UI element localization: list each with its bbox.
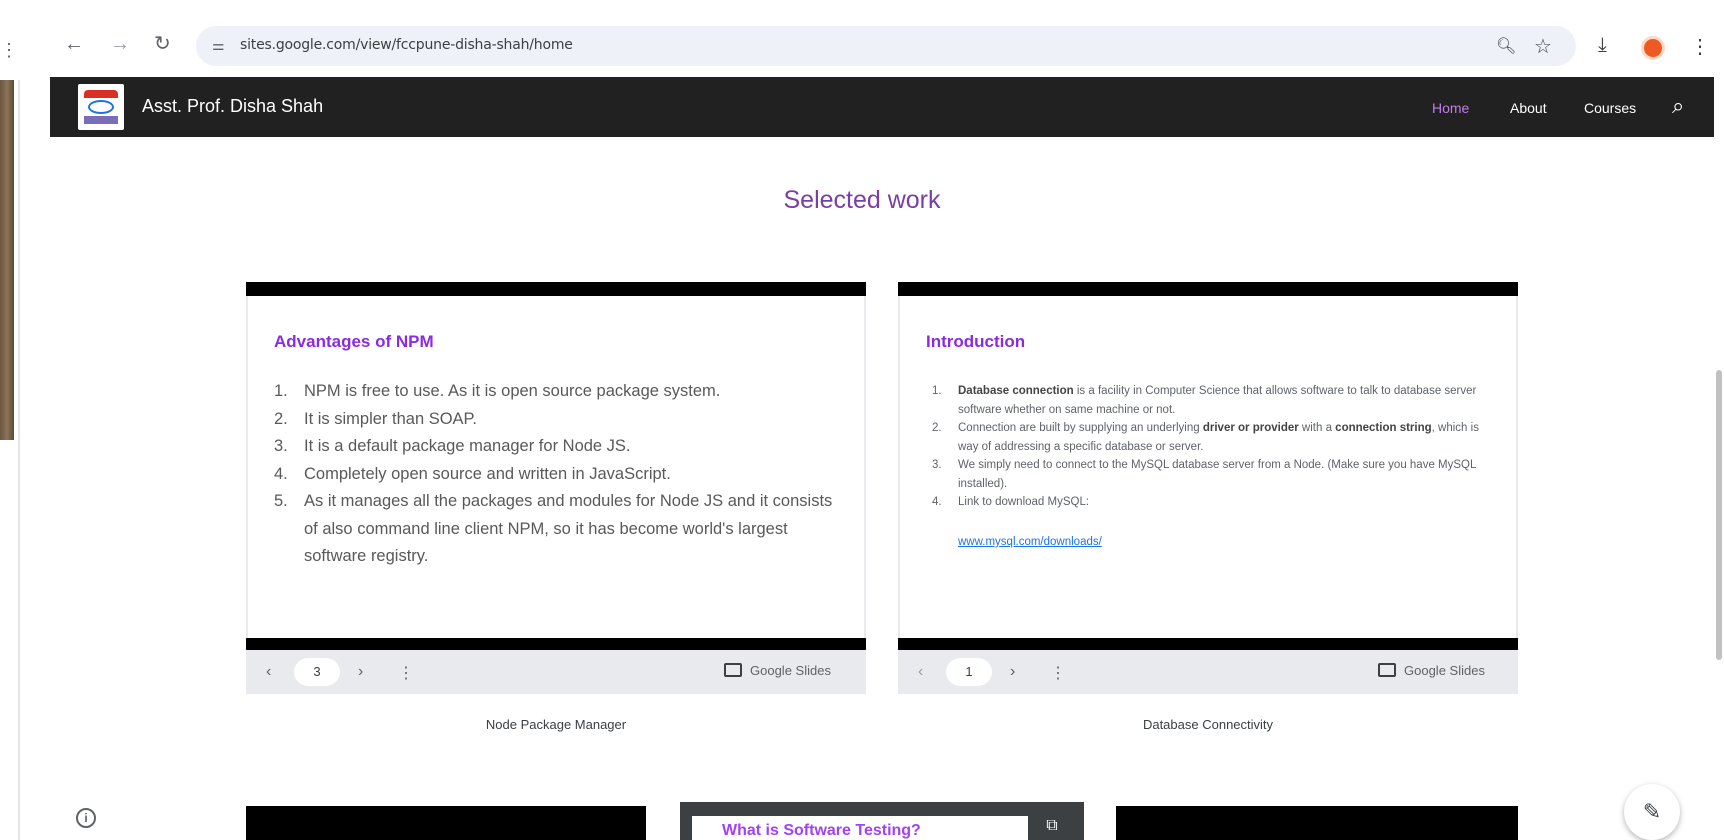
slide-controls: ‹ 3 › ⋮ Google Slides bbox=[246, 650, 866, 694]
info-icon[interactable]: i bbox=[76, 808, 96, 828]
site-title[interactable]: Asst. Prof. Disha Shah bbox=[142, 96, 323, 117]
slides-embed-database[interactable]: Introduction 1. Database connection is a … bbox=[898, 282, 1518, 694]
search-icon[interactable]: ⌕ bbox=[1672, 93, 1684, 119]
more-options-icon[interactable]: ⋮ bbox=[1050, 663, 1066, 683]
slide-caption: Node Package Manager bbox=[485, 717, 627, 732]
next-slide-icon[interactable]: › bbox=[1010, 663, 1015, 681]
mysql-download-link[interactable]: www.mysql.com/downloads/ bbox=[958, 536, 1102, 548]
slide-heading: Advantages of NPM bbox=[274, 332, 434, 351]
list-item: 2. It is simpler than SOAP. bbox=[274, 409, 478, 428]
site-logo[interactable] bbox=[78, 84, 124, 130]
embed-preview-middle[interactable]: What is Software Testing? ⧉ bbox=[680, 802, 1084, 840]
back-icon[interactable]: ← bbox=[64, 34, 84, 54]
edit-fab[interactable]: ✎ bbox=[1624, 784, 1680, 840]
pencil-icon: ✎ bbox=[1642, 799, 1662, 824]
side-panel-image bbox=[0, 80, 14, 440]
slide-controls: ‹ 1 › ⋮ Google Slides bbox=[898, 650, 1518, 694]
more-icon[interactable]: ⋮ bbox=[0, 40, 18, 61]
browser-toolbar: ⋮ ← → ↻ ⚌ sites.google.com/view/fccpune-… bbox=[0, 0, 1724, 68]
nav-courses[interactable]: Courses bbox=[1584, 100, 1636, 116]
section-heading: Selected work bbox=[783, 186, 941, 214]
list-item: 5. As it manages all the packages and mod… bbox=[274, 492, 833, 565]
bookmark-star-icon[interactable]: ☆ bbox=[1534, 34, 1552, 59]
slides-embed-npm[interactable]: Advantages of NPM 1. NPM is free to use. … bbox=[246, 282, 866, 694]
embed-preview-right[interactable] bbox=[1116, 806, 1518, 840]
slide-caption: Database Connectivity bbox=[1142, 717, 1274, 732]
slide-letterbox-bottom bbox=[898, 638, 1518, 650]
open-external-icon[interactable]: ⧉ bbox=[1034, 816, 1070, 840]
list-item: 4. Link to download MySQL: bbox=[932, 496, 1090, 508]
google-slides-link[interactable]: Google Slides bbox=[1378, 663, 1485, 678]
preview-title: What is Software Testing? bbox=[722, 822, 921, 839]
nav-about[interactable]: About bbox=[1510, 100, 1547, 116]
slide-content: Advantages of NPM 1. NPM is free to use. … bbox=[248, 296, 864, 638]
list-item: 3. We simply need to connect to the MySQL… bbox=[932, 459, 1476, 490]
slide-letterbox-bottom bbox=[246, 638, 866, 650]
google-slides-link[interactable]: Google Slides bbox=[724, 663, 831, 678]
list-item: 1. NPM is free to use. As it is open sour… bbox=[274, 382, 721, 400]
slides-icon bbox=[1378, 663, 1396, 677]
slide-list: 1. Database connection is a facility in C… bbox=[926, 382, 1496, 512]
page-number[interactable]: 1 bbox=[946, 658, 992, 686]
list-item: 2. Connection are built by supplying an u… bbox=[932, 422, 1479, 453]
slide-heading: Introduction bbox=[926, 332, 1026, 351]
slide-letterbox-top bbox=[898, 282, 1518, 296]
menu-icon[interactable]: ⋮ bbox=[1690, 34, 1710, 59]
scrollbar-thumb[interactable] bbox=[1716, 370, 1722, 660]
slide-content: Introduction 1. Database connection is a … bbox=[900, 296, 1516, 638]
slide-letterbox-top bbox=[246, 282, 866, 296]
url-text[interactable]: sites.google.com/view/fccpune-disha-shah… bbox=[240, 37, 573, 53]
profile-avatar[interactable] bbox=[1641, 36, 1665, 60]
nav-home[interactable]: Home bbox=[1432, 100, 1469, 116]
next-slide-icon[interactable]: › bbox=[358, 663, 363, 681]
slide-list: 1. NPM is free to use. As it is open sour… bbox=[274, 378, 844, 571]
list-item: 3. It is a default package manager for No… bbox=[274, 437, 631, 455]
slides-icon bbox=[724, 663, 742, 677]
site-info-icon[interactable]: ⚌ bbox=[212, 37, 225, 54]
address-bar[interactable]: ⚌ sites.google.com/view/fccpune-disha-sh… bbox=[196, 26, 1576, 66]
list-item: 4. Completely open source and written in … bbox=[274, 464, 671, 483]
download-icon[interactable]: ⤓ bbox=[1598, 34, 1607, 57]
zoom-icon[interactable]: 🔍︎ bbox=[1496, 36, 1516, 56]
prev-slide-icon[interactable]: ‹ bbox=[918, 663, 923, 681]
forward-icon[interactable]: → bbox=[110, 34, 130, 54]
reload-icon[interactable]: ↻ bbox=[154, 34, 171, 54]
more-options-icon[interactable]: ⋮ bbox=[398, 663, 414, 683]
prev-slide-icon[interactable]: ‹ bbox=[266, 663, 271, 681]
site-header: Asst. Prof. Disha Shah Home About Course… bbox=[50, 77, 1714, 137]
list-item: 1. Database connection is a facility in C… bbox=[932, 385, 1477, 416]
preview-inner: What is Software Testing? bbox=[692, 816, 1028, 840]
embed-preview-left[interactable] bbox=[246, 806, 646, 840]
page-number[interactable]: 3 bbox=[294, 658, 340, 686]
